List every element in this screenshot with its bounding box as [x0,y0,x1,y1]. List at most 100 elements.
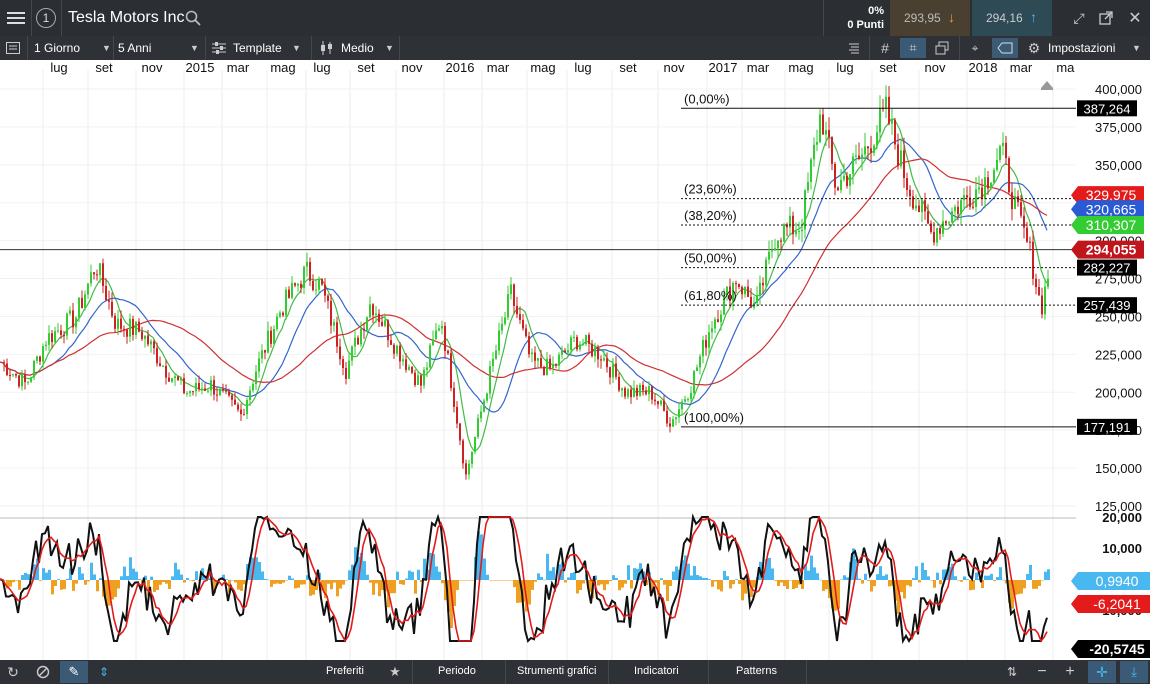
list-icon[interactable] [4,40,22,56]
osc-histogram-bar [168,580,171,589]
candle-body [915,205,917,209]
popout-icon[interactable] [1095,8,1117,28]
search-icon[interactable] [183,8,203,28]
candle-body [678,409,680,418]
osc-histogram-bar [183,580,186,583]
fib-price-label: 177,191 [1084,420,1131,435]
osc-histogram-bar [441,580,444,584]
layers-icon[interactable] [931,40,953,56]
x-tick-label: nov [402,60,423,75]
candle-body [822,114,824,135]
gear-icon[interactable]: ⚙ [1024,40,1044,56]
periodo-button[interactable]: Periodo [438,665,476,677]
candle-body [291,283,293,298]
notes-icon[interactable] [842,40,864,56]
candle-body [81,297,83,308]
candle-body [570,337,572,351]
crosshair-grid-icon[interactable]: ⌗ [900,38,926,58]
osc-histogram-bar [504,580,507,581]
candle-body [576,336,578,350]
candle-body [993,170,995,183]
candle-body [522,319,524,329]
osc-histogram-bar [675,566,678,580]
candle-body [717,319,719,323]
candle-body [1008,158,1010,193]
menu-icon[interactable] [4,6,28,30]
grid-icon[interactable]: # [874,40,896,56]
zoom-fit-icon[interactable]: ⇅ [1003,663,1021,681]
y-tick-label: 150,000 [1095,461,1142,476]
settings-menu[interactable]: Impostazioni [1048,40,1128,56]
period-select[interactable]: 1 Giorno [34,40,112,56]
osc-histogram-bar [393,580,396,594]
candle-body [405,359,407,370]
osc-histogram-bar [399,580,402,585]
star-icon[interactable]: ★ [386,663,404,681]
tag-icon[interactable] [992,38,1018,58]
osc-histogram-bar [888,580,891,587]
crosshair-icon[interactable]: ✛ [1088,661,1116,683]
candle-body [528,336,530,355]
zoom-in-icon[interactable]: + [1061,662,1079,682]
candle-body [132,318,134,335]
osc-histogram-bar [180,574,183,580]
candle-body [660,400,662,405]
osc-histogram-bar [921,562,924,580]
candle-body [486,393,488,401]
sell-price: 293,95 [904,11,941,25]
candle-body [459,423,461,441]
block-icon[interactable] [34,663,52,681]
candle-body [564,350,566,353]
close-icon[interactable]: ✕ [1124,8,1146,28]
fit-vertical-icon[interactable]: ⤓ [1120,661,1148,683]
candle-body [231,395,233,400]
candle-body [483,400,485,412]
osc-histogram-bar [885,574,888,580]
osc-histogram-bar [174,562,177,580]
candle-body [639,384,641,396]
patterns-button[interactable]: Patterns [736,665,777,677]
chevron-down-icon: ▼ [1132,43,1141,53]
candle-body [663,400,665,411]
expand-icon[interactable]: ⤢ [1068,8,1090,28]
osc-histogram-bar [1041,580,1044,581]
candle-body [156,348,158,364]
x-tick-label: lug [574,60,591,75]
range-select[interactable]: 5 Anni [118,40,198,56]
candle-body [165,365,167,378]
candle-body [771,250,773,252]
osc-histogram-bar [1020,580,1023,594]
candle-body [1047,278,1049,287]
candle-body [354,337,356,347]
osc-histogram-bar [735,579,738,580]
candle-body [852,156,854,175]
indicatori-button[interactable]: Indicatori [634,665,679,677]
strumenti-button[interactable]: Strumenti grafici [517,665,596,677]
osc-histogram-bar [1044,571,1047,580]
candle-body [996,159,998,171]
osc-tick-label: 20,000 [1102,510,1142,525]
sort-icon[interactable]: ⇕ [92,661,116,683]
candle-body [84,294,86,308]
sell-button[interactable]: 293,95 ↓ [890,0,970,36]
refresh-icon[interactable]: ↻ [4,663,22,681]
x-tick-label: 2016 [446,60,475,75]
info-icon[interactable]: 1 [36,8,56,28]
osc-histogram-bar [843,575,846,580]
buy-button[interactable]: 294,16 ↑ [972,0,1052,36]
candle-body [3,362,5,364]
candle-body [312,280,314,290]
osc-histogram-bar [1029,564,1032,580]
candle-body [72,310,74,328]
candle-body [75,317,77,328]
target-icon[interactable]: ⌖ [964,40,986,56]
preferiti-button[interactable]: Preferiti [326,665,364,677]
price-chart[interactable]: lug set nov 2015 mar mag lug set nov 2016 mar mag lu… [0,60,1150,660]
pencil-icon[interactable]: ✎ [60,661,88,683]
candle-body [453,388,455,407]
zoom-out-icon[interactable]: − [1033,662,1051,682]
osc-histogram-bar [567,577,570,580]
osc-histogram-bar [189,580,192,581]
osc-histogram-bar [816,573,819,580]
candle-body [273,328,275,344]
